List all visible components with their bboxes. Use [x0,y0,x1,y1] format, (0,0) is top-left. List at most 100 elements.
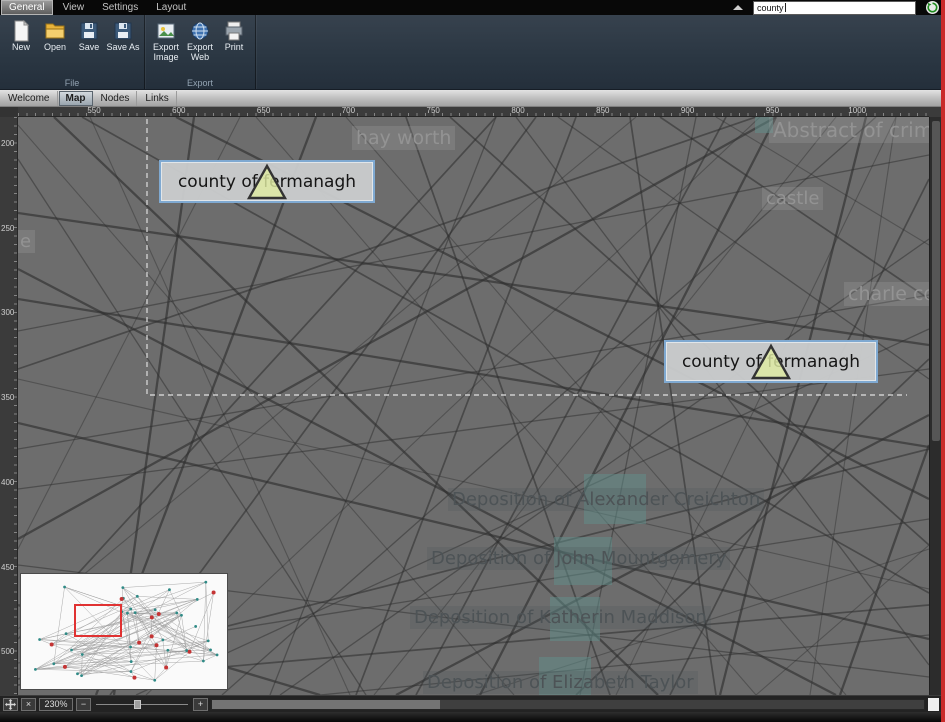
zoom-slider-track [96,704,188,705]
open-button[interactable]: Open [38,18,72,53]
window-edge-accent [941,0,945,722]
ribbon-button-label: Export Image [149,43,183,63]
triangle-node-icon [750,343,792,381]
save-as-button[interactable]: Save As [106,18,140,53]
node-label[interactable]: hay worth [352,126,455,150]
save-button[interactable]: Save [72,18,106,53]
ruler-mark: 750 [427,107,440,115]
node-label[interactable]: Deposition of Elizabeth Taylor [423,671,698,694]
text-caret [785,3,786,12]
menubar-right: county [733,1,945,15]
node-label[interactable]: Deposition of Alexander Creichton [448,488,764,511]
ruler-mark: 700 [342,107,355,115]
node-label[interactable]: Deposition of Katherin Maddison [410,606,711,629]
tab-links[interactable]: Links [138,91,176,106]
menu-tab-view[interactable]: View [54,0,94,15]
zoom-out-button[interactable]: − [76,698,91,711]
horizontal-scrollbar-thumb[interactable] [212,700,440,709]
ribbon-group-label: Export [145,78,255,88]
print-button[interactable]: Print [217,18,251,53]
application-window: GeneralViewSettingsLayout county New Open… [0,0,945,722]
image-icon [155,20,177,42]
menu-tab-settings[interactable]: Settings [93,0,147,15]
workspace: 550 600 650 700 750 800 850 900 950 1000 200 250 30… [0,107,941,695]
ribbon-button-label: Open [44,43,66,53]
ribbon-group-label: File [0,78,144,88]
menu-tab-layout[interactable]: Layout [147,0,195,15]
scrollbar-corner [928,698,939,711]
menu-tab-general[interactable]: General [2,1,52,14]
node-label[interactable]: e [18,230,35,253]
globe-icon [189,20,211,42]
ruler-mark: 900 [681,107,694,115]
zoom-in-button[interactable]: + [193,698,208,711]
ruler-mark: 300 [1,309,14,317]
menubar-tabs: GeneralViewSettingsLayout [0,0,195,15]
vertical-scrollbar[interactable] [929,117,941,695]
minimap[interactable] [20,573,228,690]
zoom-slider-thumb[interactable] [134,700,141,709]
document-tabs: WelcomeMapNodesLinks [0,90,945,107]
new-document-icon [10,20,32,42]
tab-nodes[interactable]: Nodes [94,91,138,106]
pan-tool-button[interactable] [3,698,18,711]
pan-icon [5,699,16,710]
new-button[interactable]: New [4,18,38,53]
ribbon: NewOpenSaveSave AsFileExport ImageExport… [0,15,945,90]
refresh-icon [927,2,938,13]
node-label[interactable]: charle co [844,282,929,306]
ribbon-button-label: Save [79,43,100,53]
chevron-up-icon [733,5,743,10]
clear-selection-button[interactable]: × [21,698,36,711]
ribbon-groups: NewOpenSaveSave AsFileExport ImageExport… [0,15,945,89]
minimap-viewport[interactable] [74,604,122,637]
node-label[interactable]: castle [762,187,823,210]
vertical-ruler: 200 250 300 350 400 450 500 [0,117,18,695]
ruler-mark: 500 [1,648,14,656]
map-canvas[interactable]: hay worth castle Abstract of crim charle co… [18,117,929,695]
ribbon-button-label: New [12,43,30,53]
node-label[interactable]: Abstract of crim [769,117,929,143]
horizontal-ruler: 550 600 650 700 750 800 850 900 950 1000 [18,107,929,117]
export-web-button[interactable]: Export Web [183,18,217,63]
menubar: GeneralViewSettingsLayout county [0,0,945,15]
horizontal-scrollbar[interactable] [211,699,925,710]
ruler-mark: 450 [1,564,14,572]
ribbon-group-export: Export ImageExport Web Print Export [145,15,256,89]
ruler-mark: 1000 [848,107,866,115]
zoom-slider[interactable] [94,698,190,711]
selected-node[interactable]: county of fermanagh [159,160,375,203]
ribbon-button-label: Export Web [183,43,217,63]
vertical-scrollbar-thumb[interactable] [932,121,940,441]
collapse-ribbon-button[interactable] [733,5,743,10]
printer-icon [223,20,245,42]
search-text: county [757,2,784,14]
minimap-graph [21,574,227,689]
node-label[interactable]: Deposition of John Mountgomery [427,547,730,570]
open-folder-icon [44,20,66,42]
floppy-icon [78,20,100,42]
ruler-mark: 350 [1,394,14,402]
zoom-level: 230% [39,698,73,711]
ruler-corner [0,107,18,117]
tab-welcome[interactable]: Welcome [1,91,58,106]
statusbar: × 230% − + [0,695,941,712]
window-bottom-edge [0,712,945,722]
ruler-mark: 200 [1,140,14,148]
ruler-mark: 550 [87,107,100,115]
floppy-icon [112,20,134,42]
export-image-button[interactable]: Export Image [149,18,183,63]
ruler-mark: 250 [1,225,14,233]
refresh-button[interactable] [926,1,939,14]
ruler-mark: 600 [172,107,185,115]
ribbon-button-label: Save As [106,43,139,53]
ruler-mark: 650 [257,107,270,115]
search-input[interactable]: county [753,1,916,15]
tab-map[interactable]: Map [59,91,93,106]
ruler-mark: 400 [1,479,14,487]
ruler-mark: 950 [766,107,779,115]
ruler-mark: 850 [596,107,609,115]
ribbon-button-label: Print [225,43,244,53]
selected-node[interactable]: county of fermanagh [664,340,878,383]
ruler-mark: 800 [511,107,524,115]
